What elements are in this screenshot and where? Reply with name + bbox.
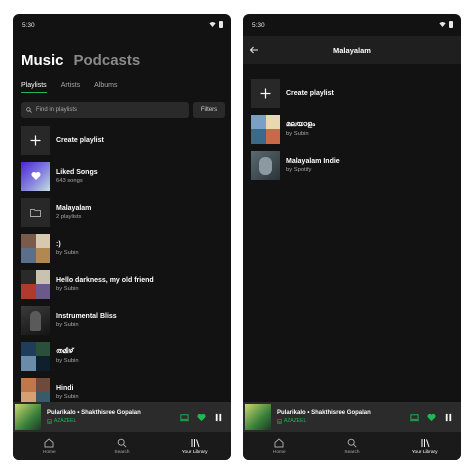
heart-icon[interactable] <box>427 413 436 422</box>
now-playing-album-art <box>15 404 41 430</box>
now-playing-album-art <box>245 404 271 430</box>
list-item-subtitle: by Subin <box>56 393 79 400</box>
list-item-playlist[interactable]: Hello darkness, my old friend by Subin <box>21 266 227 302</box>
library-icon <box>421 438 430 447</box>
tab-artists[interactable]: Artists <box>61 82 80 93</box>
list-item-title: Hello darkness, my old friend <box>56 276 154 284</box>
search-icon <box>347 438 357 448</box>
list-item-playlist[interactable]: തമിഴ് by Subin <box>21 338 227 374</box>
now-playing-title: Pularikalo • Shakthisree Gopalan <box>47 410 141 416</box>
list-item-title: Create playlist <box>56 136 104 144</box>
battery-icon <box>219 21 223 28</box>
devices-icon[interactable] <box>180 413 189 422</box>
playlist-cover-image <box>251 150 280 180</box>
playlist-list: Create playlist Liked Songs 643 songs Ma… <box>21 122 227 410</box>
list-item-subtitle: by Subin <box>56 249 79 256</box>
library-category-tabs: Music Podcasts <box>21 52 140 69</box>
playlist-cover-image <box>21 305 50 335</box>
list-item-title: Liked Songs <box>56 168 98 176</box>
nav-home[interactable]: Home <box>249 437 309 455</box>
pause-icon[interactable] <box>444 413 453 422</box>
list-item-folder[interactable]: Malayalam 2 playlists <box>21 194 227 230</box>
list-item-title: Instrumental Bliss <box>56 312 117 320</box>
nav-home[interactable]: Home <box>19 437 79 455</box>
list-item-playlist[interactable]: :) by Subin <box>21 230 227 266</box>
folder-icon <box>21 197 50 227</box>
status-bar: 5:30 <box>13 14 231 36</box>
list-item-subtitle: by Subin <box>56 358 79 364</box>
list-item-subtitle: by Subin <box>56 285 79 292</box>
wifi-icon <box>439 22 446 27</box>
tab-music[interactable]: Music <box>21 52 64 69</box>
list-item-title: തമിഴ് <box>56 348 74 355</box>
status-time: 5:30 <box>252 22 265 29</box>
list-item-title: മലയാളം <box>286 121 316 128</box>
now-playing-device: AZAZEEL <box>277 418 410 424</box>
playlist-cover-image <box>21 269 50 299</box>
nav-your-library[interactable]: Your Library <box>395 438 455 455</box>
heart-icon <box>21 161 50 191</box>
status-time: 5:30 <box>22 22 35 29</box>
list-item-playlist[interactable]: Instrumental Bliss by Subin <box>21 302 227 338</box>
list-item-title: Create playlist <box>286 89 334 97</box>
speaker-icon <box>47 418 52 424</box>
list-item-title: Malayalam Indie <box>286 157 340 165</box>
list-item-subtitle: by Subin <box>286 131 309 137</box>
playlist-cover-image <box>251 114 280 144</box>
now-playing-bar[interactable]: Pularikalo • Shakthisree Gopalan AZAZEEL <box>13 402 231 432</box>
tab-albums[interactable]: Albums <box>94 82 117 93</box>
search-icon <box>26 107 32 113</box>
create-playlist-item[interactable]: Create playlist <box>251 75 457 111</box>
library-icon <box>191 438 200 447</box>
list-item-subtitle: 643 songs <box>56 177 83 184</box>
list-item-title: :) <box>56 240 61 248</box>
list-item-title: Hindi <box>56 384 74 392</box>
now-playing-title: Pularikalo • Shakthisree Gopalan <box>277 410 371 416</box>
wifi-icon <box>209 22 216 27</box>
list-item-subtitle: by Subin <box>56 321 79 328</box>
home-icon <box>274 437 284 447</box>
now-playing-bar[interactable]: Pularikalo • Shakthisree Gopalan AZAZEEL <box>243 402 461 432</box>
nav-search[interactable]: Search <box>92 438 152 455</box>
folder-screen: 5:30 Malayalam Create playlist മലയാളം by… <box>243 14 461 460</box>
speaker-icon <box>277 418 282 424</box>
tab-playlists[interactable]: Playlists <box>21 82 47 93</box>
battery-icon <box>449 21 453 28</box>
playlist-cover-image <box>21 233 50 263</box>
search-placeholder: Find in playlists <box>36 107 78 113</box>
create-playlist-item[interactable]: Create playlist <box>21 122 227 158</box>
list-item-subtitle: 2 playlists <box>56 213 82 220</box>
list-item-playlist[interactable]: മലയാളം by Subin <box>251 111 457 147</box>
devices-icon[interactable] <box>410 413 419 422</box>
now-playing-device: AZAZEEL <box>47 418 180 424</box>
folder-title: Malayalam <box>333 45 371 55</box>
library-screen: 5:30 Music Podcasts Playlists Artists Al… <box>13 14 231 460</box>
status-bar: 5:30 <box>243 14 461 36</box>
library-sub-tabs: Playlists Artists Albums <box>21 82 117 93</box>
bottom-navigation: Home Search Your Library <box>13 432 231 460</box>
nav-your-library[interactable]: Your Library <box>165 438 225 455</box>
pause-icon[interactable] <box>214 413 223 422</box>
filters-button[interactable]: Filters <box>193 102 225 118</box>
plus-icon <box>251 78 280 108</box>
playlist-cover-image <box>21 341 50 371</box>
nav-search[interactable]: Search <box>322 438 382 455</box>
playlist-search-input[interactable]: Find in playlists <box>21 102 189 118</box>
list-item-subtitle: by Spotify <box>286 166 312 173</box>
tab-podcasts[interactable]: Podcasts <box>74 52 141 69</box>
folder-playlist-list: Create playlist മലയാളം by Subin Malayala… <box>251 75 457 183</box>
home-icon <box>44 437 54 447</box>
list-item-title: Malayalam <box>56 204 92 212</box>
folder-header: Malayalam <box>243 36 461 64</box>
list-item-playlist[interactable]: Malayalam Indie by Spotify <box>251 147 457 183</box>
bottom-navigation: Home Search Your Library <box>243 432 461 460</box>
plus-icon <box>21 125 50 155</box>
list-item-liked-songs[interactable]: Liked Songs 643 songs <box>21 158 227 194</box>
heart-icon[interactable] <box>197 413 206 422</box>
search-icon <box>117 438 127 448</box>
